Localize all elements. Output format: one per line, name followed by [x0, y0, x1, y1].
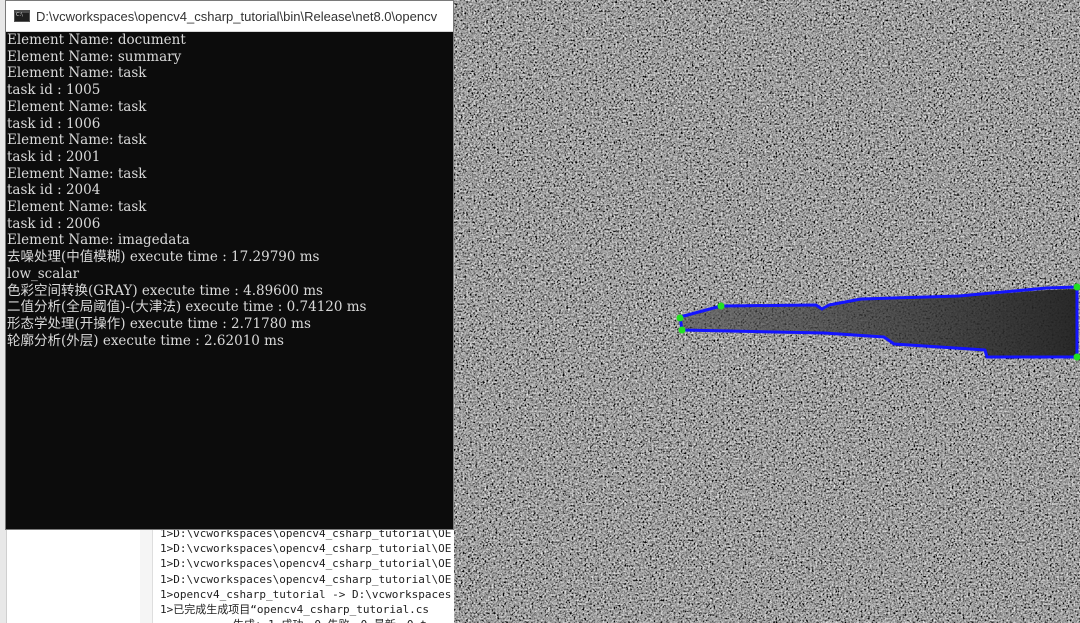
console-line: task id : 1006 — [7, 115, 101, 132]
console-line: 去噪处理(中值模糊) execute time : 17.29790 ms — [7, 249, 320, 266]
console-line: Element Name: task — [7, 65, 147, 82]
console-line: task id : 2001 — [7, 148, 101, 165]
contour-point — [676, 314, 684, 322]
console-line: Element Name: task — [7, 98, 147, 115]
console-window[interactable]: D:\vcworkspaces\opencv4_csharp_tutorial\… — [5, 0, 454, 530]
output-line: 1>D:\vcworkspaces\opencv4_csharp_tutoria… — [160, 557, 452, 571]
console-line: Element Name: summary — [7, 48, 182, 65]
output-line: 1>已完成生成项目“opencv4_csharp_tutorial.cs — [160, 603, 430, 617]
console-line: 色彩空间转换(GRAY) execute time : 4.89600 ms — [7, 282, 323, 299]
contour-point — [678, 326, 686, 334]
output-line: ========== 生成: 1 成功，0 失败，0 最新，0 t — [160, 617, 460, 623]
output-gutter — [140, 530, 153, 623]
console-line: 轮廓分析(外层) execute time : 2.62010 ms — [7, 332, 284, 349]
output-line: 1>opencv4_csharp_tutorial -> D:\vcworksp… — [160, 587, 452, 601]
image-viewer — [454, 0, 1080, 623]
console-titlebar[interactable]: D:\vcworkspaces\opencv4_csharp_tutorial\… — [6, 1, 453, 32]
console-line: low_scalar — [7, 265, 80, 282]
console-app-icon — [14, 10, 30, 22]
console-line: 形态学处理(开操作) execute time : 2.71780 ms — [7, 315, 311, 332]
console-line: task id : 2004 — [7, 182, 101, 199]
console-line: Element Name: task — [7, 199, 147, 216]
console-line: 二值分析(全局阈值)-(大津法) execute time : 0.74120 … — [7, 299, 367, 316]
console-line: task id : 2006 — [7, 215, 101, 232]
output-pane[interactable]: 1>D:\vcworkspaces\opencv4_csharp_tutoria… — [160, 526, 460, 623]
console-line: task id : 1005 — [7, 82, 101, 99]
output-line: 1>D:\vcworkspaces\opencv4_csharp_tutoria… — [160, 542, 452, 556]
console-line: Element Name: task — [7, 165, 147, 182]
output-line: 1>D:\vcworkspaces\opencv4_csharp_tutoria… — [160, 572, 452, 586]
console-title: D:\vcworkspaces\opencv4_csharp_tutorial\… — [36, 8, 438, 24]
contour-point — [717, 302, 725, 310]
console-output[interactable]: Element Name: document Element Name: summ… — [7, 32, 453, 529]
result-image — [454, 0, 1080, 623]
console-line: Element Name: imagedata — [7, 232, 190, 249]
console-line: Element Name: document — [7, 32, 186, 48]
console-line: Element Name: task — [7, 132, 147, 149]
